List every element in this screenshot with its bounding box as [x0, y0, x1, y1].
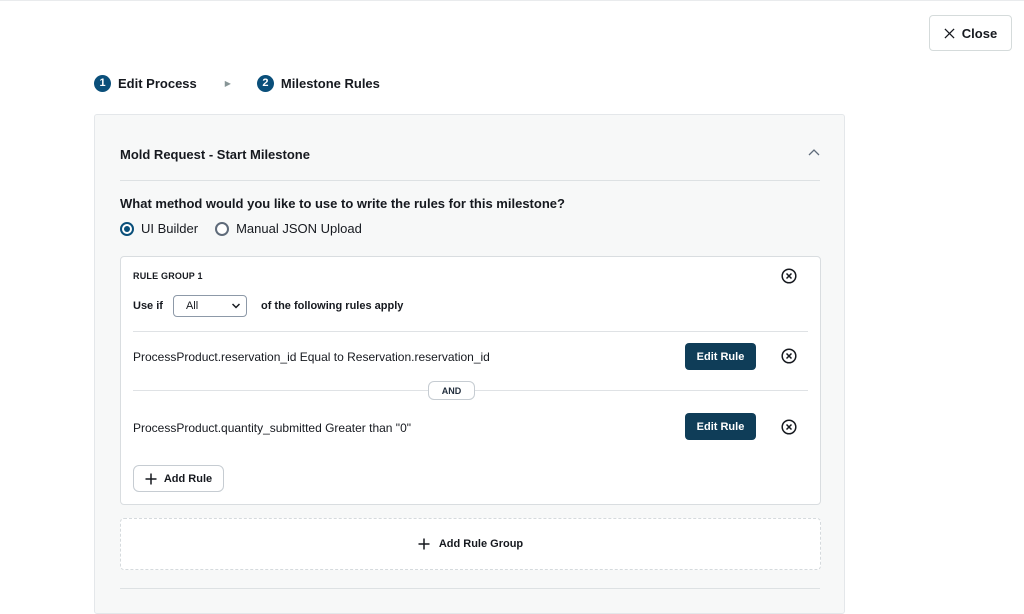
rule-divider [133, 331, 808, 332]
rule-text: ProcessProduct.quantity_submitted Greate… [133, 421, 411, 435]
method-radio-group: UI Builder Manual JSON Upload [120, 221, 379, 236]
panel-divider [120, 588, 820, 589]
add-rule-label: Add Rule [163, 472, 213, 485]
chevron-up-icon[interactable] [808, 148, 820, 156]
method-question: What method would you like to use to wri… [120, 196, 565, 211]
step-number: 1 [94, 74, 111, 92]
radio-label: UI Builder [141, 221, 199, 236]
use-if-label: Use if [133, 300, 163, 312]
milestone-panel: Mold Request - Start Milestone What meth… [94, 114, 845, 614]
remove-circle-icon[interactable] [781, 419, 797, 435]
rule-group-title: RULE GROUP 1 [133, 271, 203, 281]
step-label: Milestone Rules [280, 75, 380, 91]
and-connector-badge: AND [428, 381, 475, 400]
close-icon [944, 27, 955, 39]
radio-label: Manual JSON Upload [236, 221, 362, 236]
rule-group-card: RULE GROUP 1 Use if All of the following… [120, 256, 821, 505]
stepper: 1 Edit Process ▶ 2 Milestone Rules [94, 74, 380, 92]
radio-button[interactable] [215, 221, 230, 236]
edit-rule-button[interactable]: Edit Rule [685, 343, 756, 370]
chevron-down-icon [231, 303, 240, 309]
remove-circle-icon[interactable] [781, 348, 797, 364]
close-button-label: Close [961, 25, 998, 41]
radio-manual-json-upload[interactable]: Manual JSON Upload [215, 221, 362, 236]
step-milestone-rules[interactable]: 2 Milestone Rules [256, 74, 380, 92]
add-rule-button[interactable]: Add Rule [133, 465, 224, 492]
top-divider [0, 0, 1024, 1]
edit-rule-button[interactable]: Edit Rule [685, 413, 756, 440]
plus-icon [418, 538, 430, 550]
radio-button[interactable] [120, 221, 134, 236]
rule-text: ProcessProduct.reservation_id Equal to R… [133, 350, 490, 364]
add-rule-group-button[interactable]: Add Rule Group [120, 518, 821, 570]
step-label: Edit Process [118, 75, 197, 91]
plus-icon [145, 473, 157, 484]
step-number: 2 [256, 74, 274, 92]
panel-divider [120, 180, 820, 181]
match-select[interactable]: All [172, 295, 247, 317]
match-select-value: All [185, 300, 199, 312]
step-edit-process[interactable]: 1 Edit Process [94, 74, 197, 92]
add-rule-group-label: Add Rule Group [438, 538, 524, 550]
panel-title: Mold Request - Start Milestone [120, 147, 310, 162]
use-if-row: Use if All of the following rules apply [133, 295, 403, 317]
use-if-suffix: of the following rules apply [260, 300, 404, 312]
radio-ui-builder[interactable]: UI Builder [120, 221, 198, 236]
remove-circle-icon[interactable] [781, 268, 797, 284]
caret-right-icon: ▶ [224, 78, 231, 88]
close-button[interactable]: Close [929, 15, 1012, 51]
